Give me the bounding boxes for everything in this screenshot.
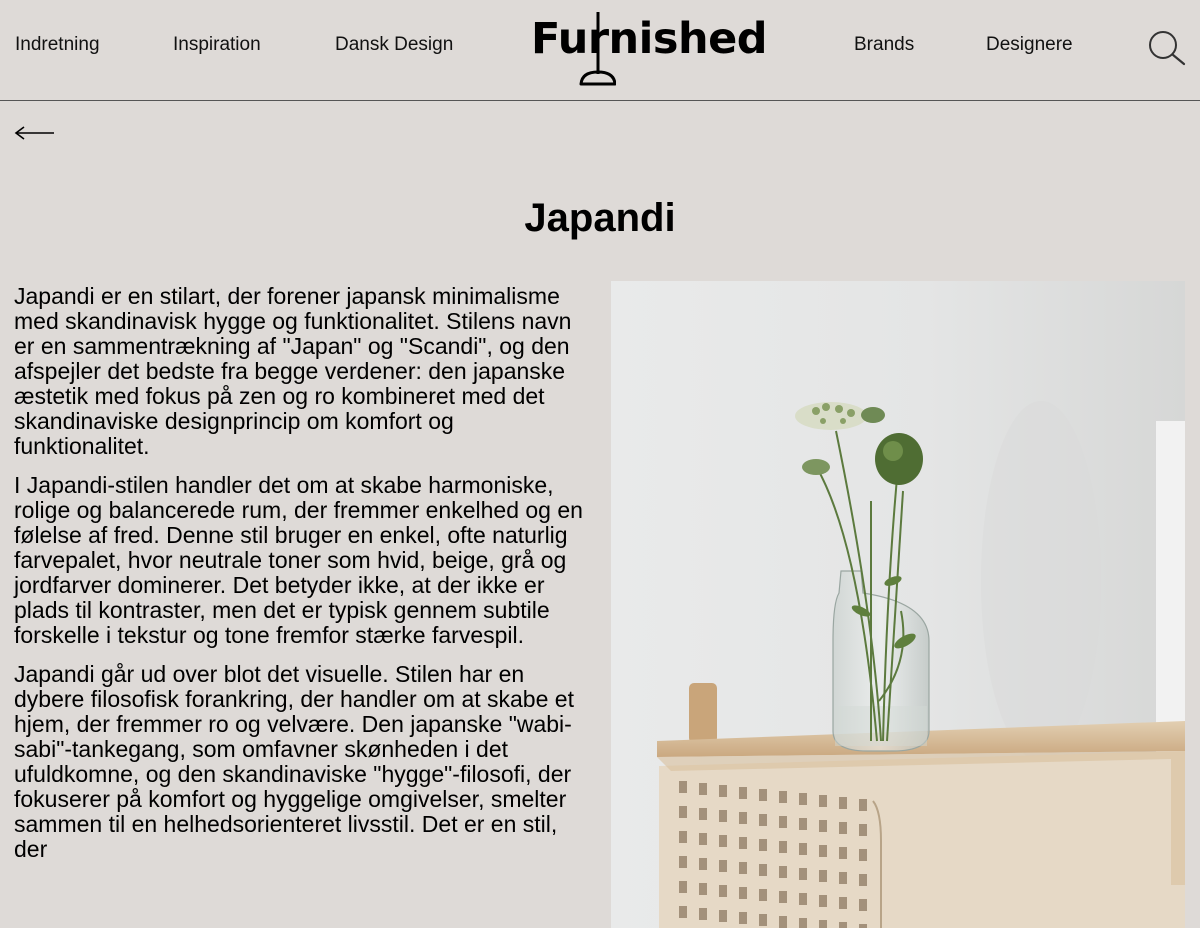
site-header: Indretning Inspiration Dansk Design Furn… xyxy=(0,0,1200,101)
nav-link-dansk-design[interactable]: Dansk Design xyxy=(335,34,453,56)
lamp-icon xyxy=(578,12,616,90)
nav-link-brands[interactable]: Brands xyxy=(854,34,914,56)
article-image xyxy=(611,281,1185,928)
article-body: Japandi er en stilart, der forener japan… xyxy=(14,284,589,876)
nav-link-indretning[interactable]: Indretning xyxy=(15,34,100,56)
page-title: Japandi xyxy=(524,196,676,240)
search-icon[interactable] xyxy=(1146,28,1186,68)
article-paragraph: I Japandi-stilen handler det om at skabe… xyxy=(14,472,583,648)
nav-link-inspiration[interactable]: Inspiration xyxy=(173,34,261,56)
article-paragraph: Japandi går ud over blot det visuelle. S… xyxy=(14,661,574,862)
site-logo[interactable]: Furnished xyxy=(531,8,768,90)
logo-text: Furnished xyxy=(531,14,768,64)
back-arrow-icon[interactable] xyxy=(14,118,56,148)
article-paragraph: Japandi er en stilart, der forener japan… xyxy=(14,283,572,459)
nav-link-designere[interactable]: Designere xyxy=(986,34,1073,56)
